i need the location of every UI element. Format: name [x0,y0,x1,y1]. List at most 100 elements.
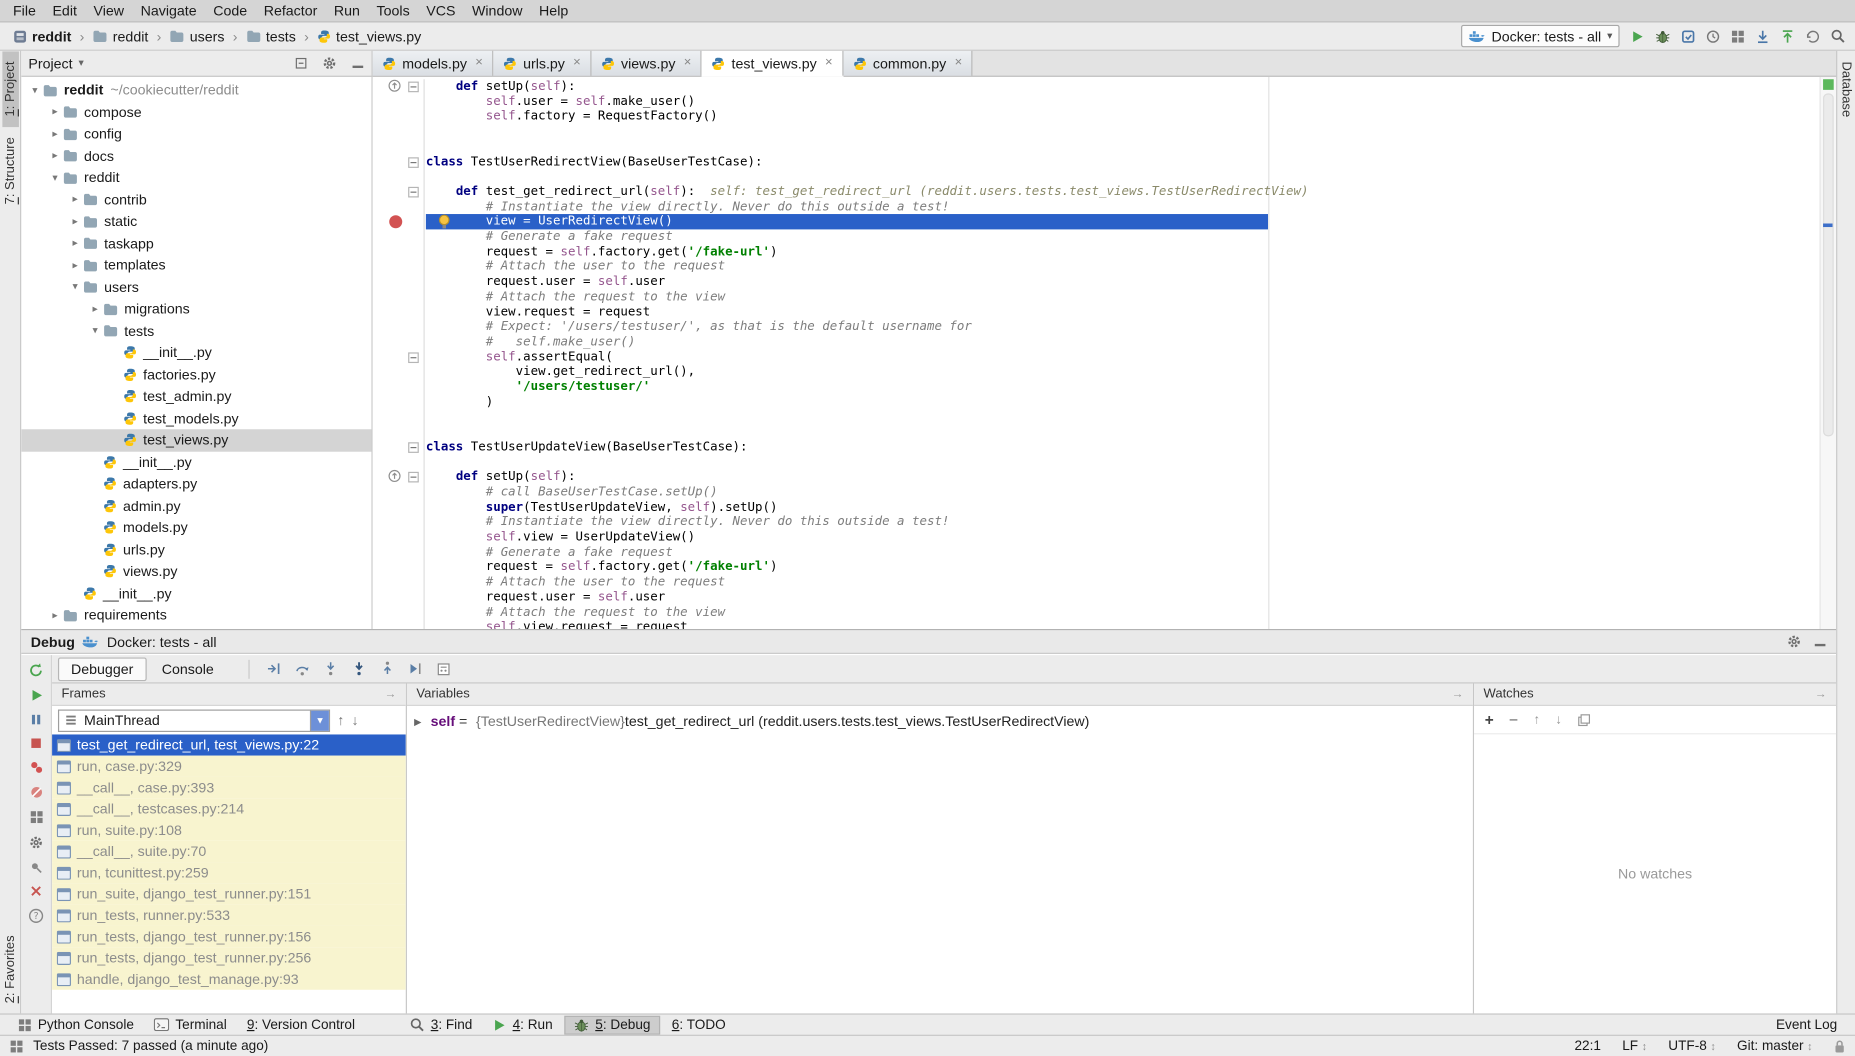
help-icon[interactable]: ? [28,908,43,923]
scrollbar-thumb[interactable] [1823,93,1834,436]
tree-item-contrib[interactable]: ▸contrib [21,189,371,211]
code-line[interactable]: class TestUserRedirectView(BaseUserTestC… [426,154,1820,169]
tree-item-templates[interactable]: ▸templates [21,254,371,276]
gear-icon[interactable] [322,56,337,71]
breadcrumb-item-tests[interactable]: tests [242,27,299,46]
code-line[interactable]: # Instantiate the view directly. Never d… [426,515,1820,530]
stop-icon[interactable] [30,737,43,750]
tool-button-4-run[interactable]: 4: Run [484,1015,561,1034]
hide-panel-icon[interactable] [351,57,364,70]
panel-options-icon[interactable]: → [1452,688,1464,701]
code-line[interactable]: # Expect: '/users/testuser/', as that is… [426,320,1820,335]
tree-item-test-views-py[interactable]: test_views.py [21,429,371,451]
tree-item-admin-py[interactable]: admin.py [21,495,371,517]
tab-views-py[interactable]: views.py× [591,51,702,76]
tool-button-5-debug[interactable]: 5: Debug [565,1015,660,1034]
chevron-right-icon[interactable]: ▸ [67,215,82,228]
override-icon[interactable] [388,470,401,483]
code-line[interactable]: '/users/testuser/' [426,380,1820,395]
menu-file[interactable]: File [5,1,44,20]
breadcrumb-item-test-views-py[interactable]: test_views.py [314,27,425,46]
thread-selector[interactable]: MainThread ▼ [58,709,330,731]
rerun-icon[interactable] [28,662,43,677]
frame-item[interactable]: run_tests, django_test_runner.py:256 [52,947,406,968]
bpMute-icon[interactable] [29,785,43,799]
bpView-icon[interactable] [29,760,43,774]
menu-help[interactable]: Help [531,1,577,20]
fold-icon[interactable] [408,187,419,198]
tool-button-3-find[interactable]: 3: Find [401,1015,480,1034]
tool-stripe-7-structure[interactable]: 7: Structure [2,127,19,216]
code-line[interactable]: view.get_redirect_url(), [426,365,1820,380]
tab-urls-py[interactable]: urls.py× [493,51,591,76]
tree-item-test-admin-py[interactable]: test_admin.py [21,386,371,408]
inspection-status-icon[interactable] [1823,79,1834,90]
frame-item[interactable]: handle, django_test_manage.py:93 [52,968,406,989]
tree-item-config[interactable]: ▸config [21,123,371,145]
code-line[interactable]: view.request = request [426,305,1820,320]
code-line[interactable]: # Attach the request to the view [426,289,1820,304]
code-line[interactable] [426,425,1820,440]
menu-window[interactable]: Window [464,1,531,20]
variable-row[interactable]: ▶self = {TestUserRedirectView} test_get_… [407,711,1473,732]
fold-icon[interactable] [408,442,419,453]
execution-line[interactable]: view = UserRedirectView() [426,214,1820,229]
code-line[interactable]: self.assertEqual( [426,350,1820,365]
tree-item-migrations[interactable]: ▸migrations [21,298,371,320]
runToCursor-icon[interactable] [408,661,423,676]
menu-edit[interactable]: Edit [44,1,85,20]
tree-item-tests[interactable]: ▾tests [21,320,371,342]
fold-icon[interactable] [408,472,419,483]
chevron-down-icon[interactable]: ▾ [47,171,62,184]
frame-item[interactable]: __call__, testcases.py:214 [52,798,406,819]
code-line[interactable] [426,169,1820,184]
caret-position[interactable]: 22:1 [1574,1039,1600,1053]
tool-button-6-todo[interactable]: 6: TODO [664,1015,735,1034]
vcs-branch-indicator[interactable]: Git: master↕ [1737,1039,1812,1053]
fold-icon[interactable] [408,82,419,93]
code-line[interactable] [426,139,1820,154]
code-line[interactable]: self.view = UserUpdateView() [426,530,1820,545]
stepOver-icon[interactable] [294,661,309,676]
tree-item-docs[interactable]: ▸docs [21,145,371,167]
run-config-select[interactable]: Docker: tests - all ▾ [1461,25,1620,47]
code-line[interactable] [426,124,1820,139]
menu-tools[interactable]: Tools [368,1,418,20]
code-line[interactable]: self.view.request = request [426,620,1820,629]
gear-icon[interactable] [1786,634,1801,649]
editor[interactable]: def setUp(self): self.user = self.make_u… [373,77,1836,629]
tool-stripe-1-project[interactable]: 1: Project [2,51,19,127]
code-line[interactable]: class TestUserUpdateView(BaseUserTestCas… [426,440,1820,455]
tree-item-init-py[interactable]: __init__.py [21,451,371,473]
close-icon[interactable]: × [825,57,833,70]
breadcrumb-item-reddit[interactable]: reddit [9,27,74,46]
line-separator-indicator[interactable]: LF↕ [1622,1039,1647,1053]
bulb-icon[interactable] [438,214,451,229]
close-icon[interactable]: × [955,57,963,70]
chevron-down-icon[interactable]: ▾ [67,281,82,294]
chevron-right-icon[interactable]: ▸ [67,237,82,250]
frame-item[interactable]: run, suite.py:108 [52,819,406,840]
code-line[interactable]: request.user = self.user [426,590,1820,605]
frame-item[interactable]: __call__, suite.py:70 [52,841,406,862]
search-icon[interactable] [1830,28,1845,43]
code-line[interactable]: self.factory = RequestFactory() [426,109,1820,124]
previous-frame-icon[interactable]: ↑ [337,712,344,729]
hide-panel-icon[interactable] [1814,635,1827,648]
pause-icon[interactable] [30,713,43,726]
tool-button-terminal[interactable]: Terminal [146,1015,235,1034]
menu-code[interactable]: Code [205,1,256,20]
tree-item-reddit[interactable]: ▾reddit [21,167,371,189]
tab-models-py[interactable]: models.py× [373,51,494,76]
code-line[interactable]: ) [426,395,1820,410]
menu-view[interactable]: View [85,1,132,20]
code-line[interactable]: def setUp(self): [426,470,1820,485]
code-line[interactable]: # Generate a fake request [426,545,1820,560]
menu-vcs[interactable]: VCS [418,1,464,20]
code-line[interactable] [426,410,1820,425]
breadcrumb-item-users[interactable]: users [166,27,228,46]
chevron-down-icon[interactable]: ▼ [310,710,329,730]
breadcrumb-item-reddit[interactable]: reddit [89,27,152,46]
tab-test-views-py[interactable]: test_views.py× [702,51,843,76]
code-line[interactable]: # Attach the request to the view [426,605,1820,620]
